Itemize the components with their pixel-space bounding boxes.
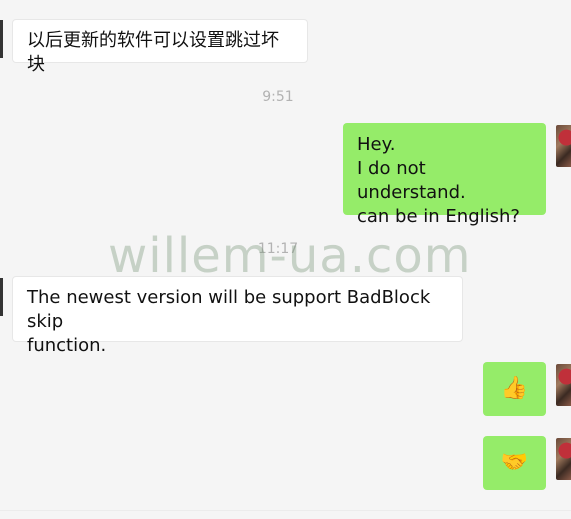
my-avatar[interactable]: [556, 125, 571, 167]
handshake-icon: 🤝: [500, 450, 529, 475]
outgoing-emoji-message[interactable]: 🤝: [483, 436, 546, 490]
message-line: I do not understand.: [357, 158, 466, 203]
my-avatar[interactable]: [556, 438, 571, 480]
message-line: can be in English?: [357, 206, 520, 227]
message-text: 以后更新的软件可以设置跳过坏块: [27, 30, 279, 75]
chat-area: 以后更新的软件可以设置跳过坏块 9:51 Hey. I do not under…: [0, 0, 571, 519]
incoming-message[interactable]: The newest version will be support BadBl…: [12, 276, 463, 356]
my-avatar[interactable]: [556, 364, 571, 406]
message-line: function.: [27, 335, 107, 356]
outgoing-message[interactable]: Hey. I do not understand. can be in Engl…: [343, 123, 546, 227]
outgoing-emoji-message[interactable]: 👍: [483, 362, 546, 416]
incoming-message[interactable]: 以后更新的软件可以设置跳过坏块: [12, 19, 308, 75]
message-line: The newest version will be support BadBl…: [27, 287, 431, 332]
timestamp: 9:51: [262, 89, 294, 105]
contact-avatar[interactable]: [0, 278, 3, 316]
message-line: Hey.: [357, 134, 396, 155]
thumbs-up-icon: 👍: [500, 376, 529, 401]
contact-avatar[interactable]: [0, 20, 3, 58]
timestamp: 11:17: [257, 241, 299, 257]
